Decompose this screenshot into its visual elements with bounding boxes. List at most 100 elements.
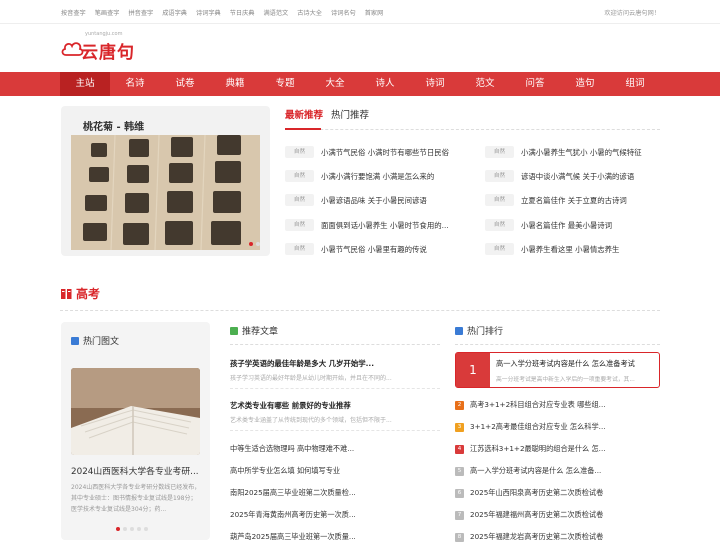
- news-title[interactable]: 小满节气民俗 小满时节有哪些节日民俗: [321, 147, 449, 158]
- recommended-articles: 推荐文章 孩子学英语的最佳年龄是多大 几岁开始学... 孩子学习英语的最好年龄是…: [230, 322, 440, 542]
- news-title[interactable]: 立夏名篇佳作 关于立夏的古诗词: [521, 195, 627, 206]
- article-link[interactable]: 南阳2025届高三毕业班第二次质量检...: [230, 488, 440, 498]
- article-title[interactable]: 艺术类专业有哪些 前景好的专业推荐: [230, 400, 440, 411]
- rank-title[interactable]: 2025年山西阳泉高考历史第二次质检试卷: [470, 488, 660, 498]
- rank-title[interactable]: 高一入学分班考试内容是什么 怎么准备...: [470, 466, 660, 476]
- nav-item-poets[interactable]: 诗人: [360, 72, 410, 96]
- carousel-dot[interactable]: [130, 527, 134, 531]
- rank-title[interactable]: 2025年福建福州高考历史第二次质检试卷: [470, 510, 660, 520]
- nav-item-words[interactable]: 组词: [610, 72, 660, 96]
- carousel-dot[interactable]: [137, 527, 141, 531]
- list-item[interactable]: 自然 面面俱到话小暑养生 小暑时节食用的...: [285, 219, 449, 231]
- nav-item-essays[interactable]: 范文: [460, 72, 510, 96]
- list-item[interactable]: 自然 立夏名篇佳作 关于立夏的古诗词: [485, 194, 627, 206]
- list-item[interactable]: 自然 小暑谚语品味 关于小暑民间谚语: [285, 194, 427, 206]
- divider: [230, 430, 440, 431]
- nav-item-topics[interactable]: 专题: [260, 72, 310, 96]
- news-title[interactable]: 小暑养生看这里 小暑情志养生: [521, 244, 619, 255]
- carousel-dot[interactable]: [144, 527, 148, 531]
- rank-number: 8: [455, 532, 464, 542]
- category-tag[interactable]: 自然: [285, 194, 314, 206]
- featured-card[interactable]: 桃花菊 - 韩维: [61, 106, 270, 256]
- featured-image[interactable]: [71, 135, 260, 250]
- category-tag[interactable]: 自然: [485, 194, 514, 206]
- carousel-dot[interactable]: [116, 527, 120, 531]
- nav-item-classics[interactable]: 典籍: [210, 72, 260, 96]
- featured-article[interactable]: 艺术类专业有哪些 前景好的专业推荐 艺术类专业涵盖了从传统到现代的多个领域，包括…: [230, 400, 440, 424]
- news-title[interactable]: 小暑谚语品味 关于小暑民间谚语: [321, 195, 427, 206]
- top-link[interactable]: 满语范文: [264, 8, 289, 17]
- top-link[interactable]: 诗词名句: [331, 8, 356, 17]
- news-title[interactable]: 小满小暑养生气犹小 小暑的气候特征: [521, 147, 642, 158]
- category-tag[interactable]: 自然: [285, 243, 314, 255]
- article-link[interactable]: 中等生适合选物理吗 高中物理难不难...: [230, 444, 440, 454]
- news-title[interactable]: 谚语中谈小满气候 关于小满的谚语: [521, 171, 634, 182]
- list-item[interactable]: 自然 小暑名篇佳作 最美小暑诗词: [485, 219, 612, 231]
- carousel-dot[interactable]: [256, 242, 260, 246]
- top-link[interactable]: 笔画查字: [95, 8, 120, 17]
- rank-title[interactable]: 高一入学分班考试内容是什么 怎么准备考试: [496, 359, 654, 369]
- category-tag[interactable]: 自然: [285, 170, 314, 182]
- top-link[interactable]: 成语字典: [162, 8, 187, 17]
- ranking-item[interactable]: 6 2025年山西阳泉高考历史第二次质检试卷: [455, 488, 660, 498]
- category-tag[interactable]: 自然: [485, 146, 514, 158]
- nav-item-home[interactable]: 主站: [60, 72, 110, 96]
- ranking-item[interactable]: 4 江苏选科3+1+2最聪明的组合是什么 怎...: [455, 444, 660, 454]
- book-icon: [61, 289, 72, 299]
- section-title[interactable]: 高考: [76, 285, 100, 302]
- nav-item-poems[interactable]: 名诗: [110, 72, 160, 96]
- nav-item-qa[interactable]: 问答: [510, 72, 560, 96]
- ranking-item[interactable]: 8 2025年福建龙岩高考历史第二次质检试卷: [455, 532, 660, 542]
- top-link[interactable]: 首家网: [365, 8, 384, 17]
- list-item[interactable]: 自然 小满小满行要饱满 小满是怎么来的: [285, 170, 434, 182]
- article-title[interactable]: 孩子学英语的最佳年龄是多大 几岁开始学...: [230, 358, 440, 369]
- category-tag[interactable]: 自然: [285, 219, 314, 231]
- rank-title[interactable]: 高考3+1+2科目组合对应专业表 哪些组...: [470, 400, 660, 410]
- article-link[interactable]: 葫芦岛2025届高三毕业班第一次质量...: [230, 532, 440, 542]
- carousel-dot[interactable]: [123, 527, 127, 531]
- top-link[interactable]: 古诗大全: [297, 8, 322, 17]
- carousel-dot[interactable]: [249, 242, 253, 246]
- hot-picture-image[interactable]: [71, 368, 200, 455]
- rank-title[interactable]: 3+1+2高考最佳组合对应专业 怎么科学...: [470, 422, 660, 432]
- nav-item-sentences[interactable]: 造句: [560, 72, 610, 96]
- featured-title[interactable]: 桃花菊 - 韩维: [83, 118, 144, 133]
- category-tag[interactable]: 自然: [285, 146, 314, 158]
- news-title[interactable]: 小暑名篇佳作 最美小暑诗词: [521, 220, 612, 231]
- article-link[interactable]: 2025年青海黄南州高考历史第一次质...: [230, 510, 440, 520]
- top-link[interactable]: 拼音查字: [129, 8, 154, 17]
- top-link[interactable]: 按音查字: [61, 8, 86, 17]
- list-item[interactable]: 自然 小满节气民俗 小满时节有哪些节日民俗: [285, 146, 449, 158]
- article-link[interactable]: 高中所学专业怎么填 如何填写专业: [230, 466, 440, 476]
- ranking-item[interactable]: 5 高一入学分班考试内容是什么 怎么准备...: [455, 466, 660, 476]
- list-item[interactable]: 自然 小暑节气民俗 小暑里有趣的传说: [285, 243, 427, 255]
- image-icon: [71, 336, 79, 345]
- top-link[interactable]: 诗词字典: [196, 8, 221, 17]
- ranking-item[interactable]: 3 3+1+2高考最佳组合对应专业 怎么科学...: [455, 422, 660, 432]
- category-tag[interactable]: 自然: [485, 170, 514, 182]
- news-title[interactable]: 小满小满行要饱满 小满是怎么来的: [321, 171, 434, 182]
- nav-item-collection[interactable]: 大全: [310, 72, 360, 96]
- tab-latest[interactable]: 最新推荐: [285, 107, 323, 121]
- nav-item-exams[interactable]: 试卷: [160, 72, 210, 96]
- welcome-text: 欢迎访问云唐句网！: [604, 10, 660, 17]
- ranking-item[interactable]: 7 2025年福建福州高考历史第二次质检试卷: [455, 510, 660, 520]
- category-tag[interactable]: 自然: [485, 243, 514, 255]
- rank-title[interactable]: 江苏选科3+1+2最聪明的组合是什么 怎...: [470, 444, 660, 454]
- list-item[interactable]: 自然 谚语中谈小满气候 关于小满的谚语: [485, 170, 634, 182]
- top-link[interactable]: 节日庆典: [230, 8, 255, 17]
- ranking-top-item[interactable]: 1 高一入学分班考试内容是什么 怎么准备考试 高一分班考试是高中新生入学后的一项…: [455, 352, 660, 388]
- featured-article[interactable]: 孩子学英语的最佳年龄是多大 几岁开始学... 孩子学习英语的最好年龄是从幼儿时期…: [230, 358, 440, 382]
- list-item[interactable]: 自然 小暑养生看这里 小暑情志养生: [485, 243, 619, 255]
- tab-hot[interactable]: 热门推荐: [331, 107, 369, 121]
- hot-pictures-label: 热门图文: [83, 337, 120, 347]
- hot-picture-title[interactable]: 2024山西医科大学各专业考研...: [71, 464, 201, 477]
- news-title[interactable]: 面面俱到话小暑养生 小暑时节食用的...: [321, 220, 449, 231]
- category-tag[interactable]: 自然: [485, 219, 514, 231]
- ranking-item[interactable]: 2 高考3+1+2科目组合对应专业表 哪些组...: [455, 400, 660, 410]
- list-item[interactable]: 自然 小满小暑养生气犹小 小暑的气候特征: [485, 146, 642, 158]
- nav-item-verses[interactable]: 诗词: [410, 72, 460, 96]
- news-title[interactable]: 小暑节气民俗 小暑里有趣的传说: [321, 244, 427, 255]
- rank-title[interactable]: 2025年福建龙岩高考历史第二次质检试卷: [470, 532, 660, 542]
- site-logo[interactable]: yuntangju.com 云唐句: [61, 30, 151, 64]
